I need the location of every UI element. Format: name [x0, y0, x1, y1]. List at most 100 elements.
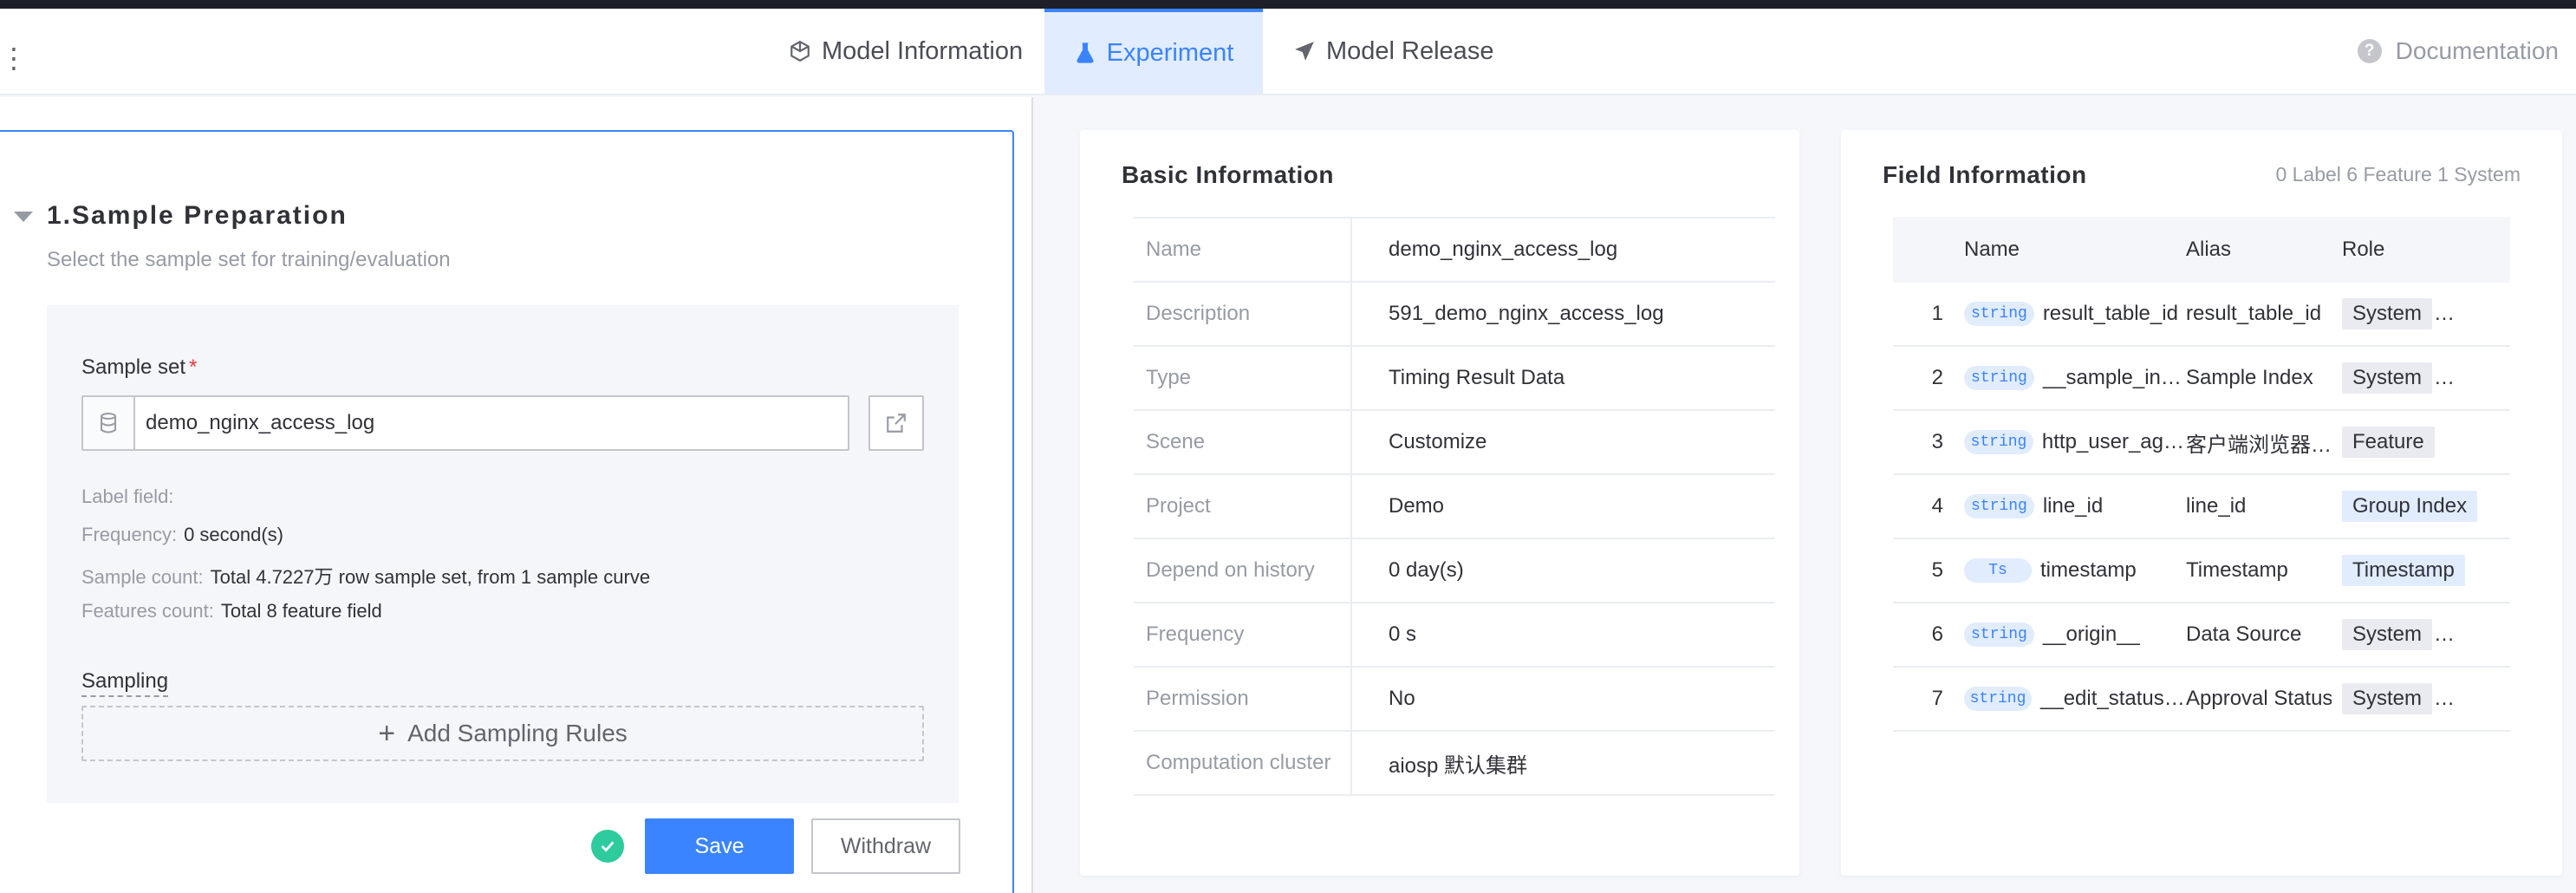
tab-label: Experiment: [1106, 38, 1234, 67]
field-alias: Timestamp: [2186, 558, 2288, 582]
info-row: Scene Customize: [1134, 411, 1775, 475]
field-alias: line_id: [2186, 494, 2247, 518]
field-name: result_table_id: [2042, 302, 2178, 325]
save-button[interactable]: Save: [645, 818, 794, 874]
table-row: 5 Ts timestamp Timestamp Timestamp: [1893, 539, 2510, 603]
role-tag: System: [2342, 362, 2433, 394]
help-icon: ?: [2357, 39, 2382, 63]
type-tag: string: [1964, 622, 2034, 647]
row-index: 6: [1931, 622, 1943, 646]
paper-plane-icon: [1295, 42, 1314, 61]
sample-set-section: Sample set* Label field: Frequency:0 sec…: [47, 305, 959, 803]
tab-model-information[interactable]: Model Information: [787, 9, 1025, 94]
field-information-title: Field Information: [1883, 161, 2087, 188]
tab-experiment[interactable]: Experiment: [1044, 9, 1263, 94]
role-tag: System: [2342, 298, 2433, 329]
check-circle-icon: [591, 830, 624, 863]
cube-icon: [790, 40, 810, 62]
info-row: Type Timing Result Data: [1134, 347, 1775, 411]
field-information-card: Field Information 0 Label 6 Feature 1 Sy…: [1841, 130, 2562, 876]
field-alias: Data Source: [2186, 622, 2302, 646]
column-name: Name: [1964, 238, 2020, 261]
open-external-button[interactable]: [868, 395, 924, 451]
field-alias: Approval Status: [2186, 687, 2332, 710]
table-row: 2 string __sample_in… Sample Index System…: [1893, 347, 2510, 411]
field-name-cell: Ts timestamp: [1964, 558, 2184, 583]
role-tag: Timestamp: [2342, 555, 2465, 586]
label-field-line: Label field:: [81, 486, 174, 507]
tab-label: Model Information: [822, 36, 1024, 65]
role-ellipsis: …: [2434, 366, 2456, 389]
features-count-line: Features count: Total 8 feature field: [81, 600, 382, 622]
info-row: Permission No: [1134, 668, 1775, 732]
sample-preparation-card: 1.Sample Preparation Select the sample s…: [0, 130, 1014, 893]
external-link-icon: [887, 414, 906, 433]
documentation-label: Documentation: [2395, 37, 2559, 64]
basic-info-table: Name demo_nginx_access_log Description 591…: [1134, 217, 1775, 796]
withdraw-button[interactable]: Withdraw: [811, 818, 960, 874]
field-name: __sample_in…: [2042, 366, 2182, 389]
plus-icon: +: [378, 717, 396, 750]
tab-model-release[interactable]: Model Release: [1293, 9, 1493, 94]
info-row: Depend on history 0 day(s): [1134, 539, 1775, 603]
field-alias: Sample Index: [2186, 366, 2313, 389]
type-tag: Ts: [1964, 558, 2032, 583]
role-tag: System: [2342, 619, 2433, 650]
field-role-cell: Group Index: [2332, 491, 2510, 522]
database-icon: [83, 397, 135, 449]
type-tag: string: [1964, 366, 2034, 390]
field-role-cell: System…: [2332, 362, 2510, 394]
documentation-link[interactable]: ? Documentation: [2357, 9, 2559, 94]
field-name: line_id: [2042, 494, 2104, 518]
row-index: 4: [1931, 494, 1943, 518]
left-panel: 1.Sample Preparation Select the sample s…: [0, 97, 1033, 893]
frequency-line: Frequency: 0 second(s): [81, 524, 284, 545]
type-tag: string: [1964, 494, 2034, 518]
sample-set-label: Sample set *: [81, 355, 198, 379]
field-name-cell: string __sample_in…: [1964, 366, 2184, 390]
field-summary: 0 Label 6 Feature 1 System: [2275, 163, 2521, 186]
field-name-cell: string __edit_status…: [1964, 687, 2184, 711]
field-name: __origin__: [2042, 622, 2140, 646]
table-row: 1 string result_table_id result_table_id Sys…: [1893, 283, 2510, 347]
field-alias: result_table_id: [2186, 302, 2322, 325]
add-sampling-rules-button[interactable]: + Add Sampling Rules: [81, 706, 924, 761]
field-table: Name Alias Role 1 string result_table_id re…: [1893, 217, 2510, 732]
table-row: 4 string line_id line_id Group Index: [1893, 475, 2510, 539]
field-role-cell: System…: [2332, 619, 2510, 650]
role-tag: System: [2342, 683, 2433, 714]
type-tag: string: [1964, 687, 2032, 711]
step-title: 1.Sample Preparation: [47, 201, 348, 230]
type-tag: string: [1964, 302, 2034, 326]
sample-set-select[interactable]: [81, 395, 849, 451]
field-role-cell: System…: [2332, 683, 2510, 714]
tab-label: Model Release: [1326, 36, 1494, 65]
column-role: Role: [2342, 238, 2385, 261]
table-row: 7 string __edit_status… Approval Status Syst…: [1893, 668, 2510, 732]
role-tag: Group Index: [2342, 491, 2478, 522]
field-name-cell: string __origin__: [1964, 622, 2184, 647]
top-strip: [0, 0, 2576, 9]
field-name-cell: string line_id: [1964, 494, 2184, 518]
field-alias: 客户端浏览器…: [2186, 433, 2332, 457]
sample-set-input[interactable]: [135, 397, 848, 449]
table-row: 6 string __origin__ Data Source System…: [1893, 603, 2510, 668]
info-row: Name demo_nginx_access_log: [1134, 218, 1775, 283]
collapse-caret-icon[interactable]: [14, 212, 33, 222]
basic-information-card: Basic Information Name demo_nginx_access_…: [1080, 130, 1799, 876]
basic-information-title: Basic Information: [1122, 161, 1334, 188]
type-tag: string: [1964, 430, 2033, 454]
header-nav: ⋮ Model Information Experiment Model Rel…: [0, 9, 2576, 95]
row-index: 1: [1931, 302, 1943, 325]
info-row: Project Demo: [1134, 475, 1775, 539]
role-ellipsis: …: [2434, 687, 2456, 710]
field-role-cell: Timestamp: [2332, 555, 2510, 586]
back-icon[interactable]: ⋮: [0, 42, 28, 75]
step-subtitle: Select the sample set for training/evalu…: [47, 248, 451, 271]
column-alias: Alias: [2186, 238, 2232, 261]
sample-count-line: Sample count: Total 4.7227万 row sample se…: [81, 566, 651, 588]
row-index: 7: [1931, 687, 1943, 710]
field-name-cell: string http_user_ag…: [1964, 430, 2184, 454]
row-index: 3: [1931, 430, 1943, 453]
role-ellipsis: …: [2434, 302, 2456, 325]
